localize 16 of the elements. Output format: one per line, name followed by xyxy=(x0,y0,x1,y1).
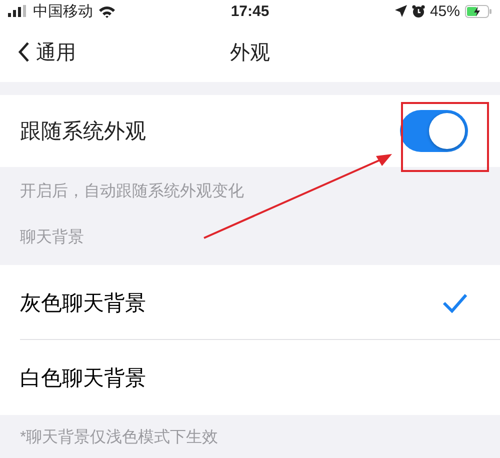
status-time: 17:45 xyxy=(230,2,270,20)
carrier-name: 中国移动 xyxy=(33,2,93,20)
hint-text: 开启后，自动跟随系统外观变化 xyxy=(20,183,244,200)
alarm-clock-icon xyxy=(412,4,425,18)
back-button[interactable]: 通用 xyxy=(0,38,82,66)
battery-charging-icon xyxy=(465,4,492,18)
page-title: 外观 xyxy=(230,42,270,64)
location-icon xyxy=(394,5,407,17)
footnote-text: *聊天背景仅浅色模式下生效 xyxy=(20,429,218,446)
battery-percent: 45% xyxy=(430,2,460,20)
toggle-switch[interactable] xyxy=(400,110,468,152)
wifi-icon xyxy=(98,4,116,18)
signal-icon xyxy=(8,5,28,17)
section-header: 聊天背景 xyxy=(20,229,84,246)
setting-label: 跟随系统外观 xyxy=(20,119,146,145)
chevron-left-icon xyxy=(18,41,30,63)
